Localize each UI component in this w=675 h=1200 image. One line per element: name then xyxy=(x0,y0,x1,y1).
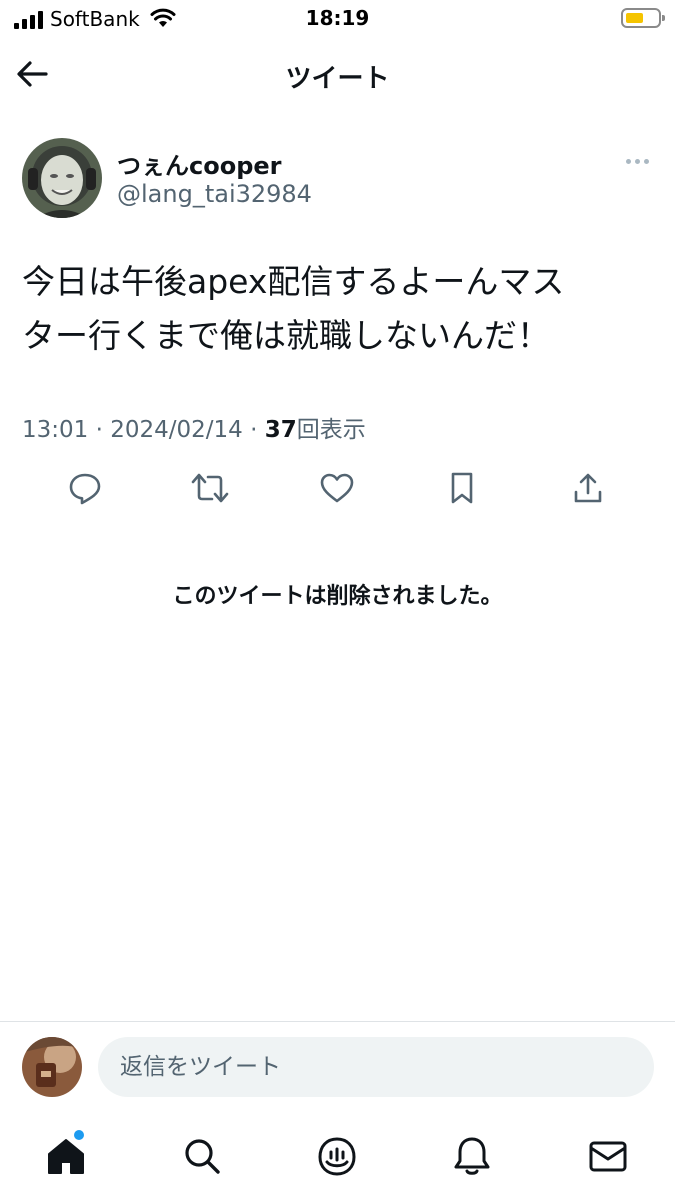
deleted-tweet-notice: このツイートは削除されました。 xyxy=(172,584,503,609)
tweet-text: 今日は午後apex配信するよーんマス ター行くまで俺は就職しないんだ！ xyxy=(22,255,652,363)
like-button[interactable] xyxy=(315,466,359,510)
status-time: 18:19 xyxy=(305,6,370,30)
tab-spaces[interactable] xyxy=(311,1130,363,1182)
author-avatar[interactable] xyxy=(22,138,102,218)
battery-icon xyxy=(621,8,665,28)
bell-icon xyxy=(454,1137,490,1175)
notification-dot xyxy=(74,1130,84,1140)
status-bar: SoftBank 18:19 xyxy=(0,0,675,38)
envelope-icon xyxy=(589,1141,627,1172)
tweet-detail-screen: SoftBank 18:19 ツイート つぇんcooper @lang_tai3… xyxy=(0,0,675,1200)
top-header: ツイート xyxy=(0,38,675,114)
heart-icon xyxy=(320,473,354,503)
author-display-name[interactable]: つぇんcooper xyxy=(117,146,282,181)
reply-button[interactable] xyxy=(63,466,107,510)
user-avatar xyxy=(22,1037,82,1097)
more-dots-icon xyxy=(625,158,631,164)
bookmark-icon xyxy=(451,472,473,504)
share-icon xyxy=(574,473,602,503)
tab-notifications[interactable] xyxy=(446,1130,498,1182)
more-options-button[interactable] xyxy=(620,150,654,172)
tab-messages[interactable] xyxy=(582,1130,634,1182)
tab-home[interactable] xyxy=(40,1130,92,1182)
meta-separator: · xyxy=(250,417,258,443)
retweet-button[interactable] xyxy=(188,466,232,510)
author-handle[interactable]: @lang_tai32984 xyxy=(117,180,312,208)
share-button[interactable] xyxy=(566,466,610,510)
tweet-actions xyxy=(0,466,675,510)
tweet-text-line: ター行くまで俺は就職しないんだ！ xyxy=(22,316,550,355)
tweet-text-line: 今日は午後apex配信するよーんマス xyxy=(22,262,565,301)
spaces-icon xyxy=(318,1137,356,1176)
tweet-meta: 13:01 · 2024/02/14 · 37回表示 xyxy=(22,410,366,444)
tab-search[interactable] xyxy=(176,1130,228,1182)
bookmark-button[interactable] xyxy=(440,466,484,510)
tweet-time[interactable]: 13:01 xyxy=(22,417,88,443)
views-label: 回表示 xyxy=(296,417,366,443)
reply-icon xyxy=(69,473,101,505)
tweet-date[interactable]: 2024/02/14 xyxy=(110,417,243,443)
divider xyxy=(0,1021,675,1022)
search-icon xyxy=(185,1139,220,1174)
reply-input[interactable] xyxy=(98,1037,654,1097)
views-count: 37 xyxy=(264,417,297,443)
home-icon xyxy=(48,1139,84,1174)
retweet-icon xyxy=(191,473,229,503)
bottom-tab-bar xyxy=(0,1122,675,1192)
page-title: ツイート xyxy=(285,64,390,94)
meta-separator: · xyxy=(95,417,103,443)
